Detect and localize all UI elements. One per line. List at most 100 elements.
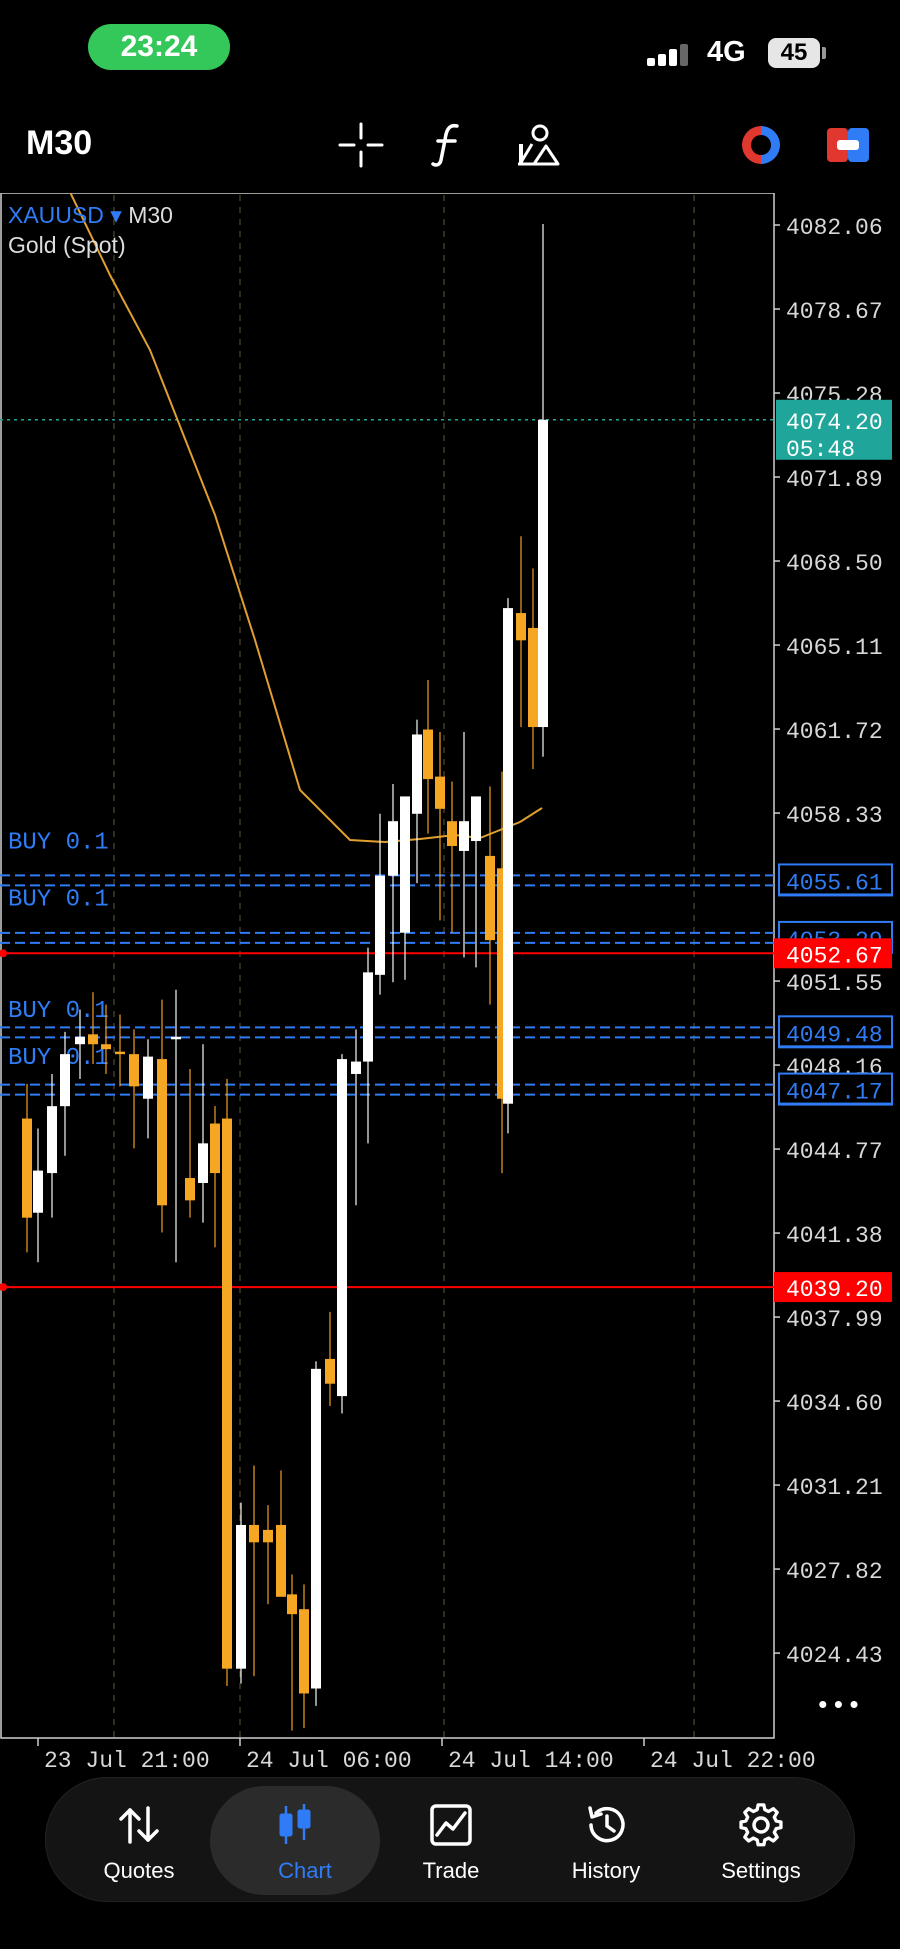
order-label: BUY 0.1 [8,886,109,913]
nav-quotes[interactable]: Quotes [64,1778,214,1903]
price-axis-label: 4078.67 [786,299,883,325]
candle-bearish[interactable] [287,1594,297,1615]
nav-label-trade: Trade [422,1858,480,1883]
time-axis-label: 24 Jul 22:00 [650,1748,816,1774]
candle-bullish[interactable] [33,1170,43,1213]
candle-bullish[interactable] [412,734,422,814]
order-label: BUY 0.1 [8,829,109,856]
candle-bullish[interactable] [351,1061,361,1074]
candle-bullish[interactable] [47,1106,57,1174]
nav-label-chart: Chart [278,1858,332,1883]
candle-bearish[interactable] [325,1358,335,1384]
alert-level-handle[interactable] [0,1283,7,1292]
candle-bullish[interactable] [459,821,469,851]
price-axis-label: 4082.06 [786,215,883,241]
price-axis-label: 4058.33 [786,803,883,829]
candle-bullish[interactable] [375,875,385,975]
nav-trade[interactable]: Trade [376,1778,526,1903]
time-axis-label: 23 Jul 21:00 [44,1748,210,1774]
candle-bearish[interactable] [263,1529,273,1543]
quotes-icon [119,1806,159,1844]
chart-candles-icon [279,1804,311,1844]
more-options-icon: ••• [815,1691,862,1721]
price-axis-label: 4024.43 [786,1643,883,1669]
current-price-label: 4074.20 [786,410,883,436]
candle-bearish[interactable] [22,1118,32,1218]
chart-toolbar: M30 [0,110,900,180]
battery-nub [822,47,826,59]
candle-bullish[interactable] [471,796,481,842]
bottom-navigation: Quotes Chart Trade History Settings [45,1777,855,1902]
trade-icon [430,1804,472,1846]
price-axis-label: 4037.99 [786,1307,883,1333]
candle-bullish[interactable] [311,1368,321,1689]
status-bar: 23:24 4G 45 [0,0,900,100]
nav-history[interactable]: History [531,1778,681,1903]
order-price-label: 4047.17 [786,1080,883,1106]
new-order-icon[interactable] [823,120,873,170]
candle-bearish[interactable] [299,1609,309,1694]
time-axis-label: 24 Jul 14:00 [448,1748,614,1774]
price-axis-label: 4071.89 [786,467,883,493]
candle-bullish[interactable] [143,1056,153,1099]
plot-frame [0,192,775,1739]
candle-bearish[interactable] [157,1059,167,1206]
candle-bullish[interactable] [337,1059,347,1397]
time-axis-label: 24 Jul 06:00 [246,1748,412,1774]
candle-bullish[interactable] [538,419,548,728]
price-axis-label: 4027.82 [786,1559,883,1585]
candle-bearish[interactable] [423,729,433,780]
alert-level-handle[interactable] [0,949,7,958]
nav-chart[interactable]: Chart [210,1778,380,1903]
candle-bearish[interactable] [516,613,526,641]
battery-icon: 45 [768,38,820,68]
candle-bearish[interactable] [435,776,445,809]
candle-bearish[interactable] [185,1178,195,1201]
candle-bullish[interactable] [388,821,398,876]
signal-strength-icon [647,44,697,66]
price-axis-label: 4034.60 [786,1391,883,1417]
candle-bearish[interactable] [249,1524,259,1543]
nav-label-history: History [571,1858,641,1883]
alert-price-label: 4039.20 [786,1277,883,1303]
candle-bullish[interactable] [236,1524,246,1669]
candle-bullish[interactable] [363,972,373,1062]
nav-settings[interactable]: Settings [686,1778,836,1903]
alert-price-label: 4052.67 [786,943,883,969]
network-type: 4G [707,36,746,68]
symbol-name[interactable]: XAUUSD [8,202,104,228]
candle-bearish[interactable] [485,855,495,941]
candle-bearish[interactable] [101,1044,111,1050]
order-label: BUY 0.1 [8,998,109,1025]
history-icon [588,1806,625,1843]
candle-bullish[interactable] [400,796,410,933]
chart-canvas[interactable]: BUY 0.1 BUY 0.1 BUY 0.1 BUY 0.1 4082.06 4078.… [0,191,900,1783]
objects-icon[interactable] [512,120,562,170]
candle-bullish[interactable] [171,1036,181,1040]
settings-icon [739,1803,783,1847]
symbol-dropdown-icon[interactable]: ▾ [104,202,128,228]
candle-bearish[interactable] [129,1054,139,1087]
price-chart[interactable]: BUY 0.1 BUY 0.1 BUY 0.1 BUY 0.1 4082.06 4078.… [0,191,900,1783]
candle-timer-label: 05:48 [786,437,855,463]
candle-bearish[interactable] [222,1118,232,1669]
symbol-description: Gold (Spot) [8,232,126,258]
candle-bullish[interactable] [503,608,513,1104]
price-axis-label: 4068.50 [786,551,883,577]
one-click-trading-icon[interactable] [736,120,786,170]
candle-bearish[interactable] [528,627,538,728]
price-axis-label: 4044.77 [786,1139,883,1165]
candle-bearish[interactable] [115,1051,125,1055]
price-axis-label: 4041.38 [786,1223,883,1249]
candle-bearish[interactable] [210,1123,220,1174]
candle-bearish[interactable] [447,821,457,846]
nav-label-quotes: Quotes [103,1858,175,1883]
candle-bullish[interactable] [60,1054,70,1107]
crosshair-icon[interactable] [336,120,386,170]
indicators-icon[interactable] [424,120,474,170]
timeframe-button[interactable]: M30 [26,124,92,163]
candle-bullish[interactable] [75,1036,85,1045]
candle-bearish[interactable] [276,1524,286,1597]
candle-bullish[interactable] [198,1143,208,1183]
candle-bearish[interactable] [88,1034,98,1045]
